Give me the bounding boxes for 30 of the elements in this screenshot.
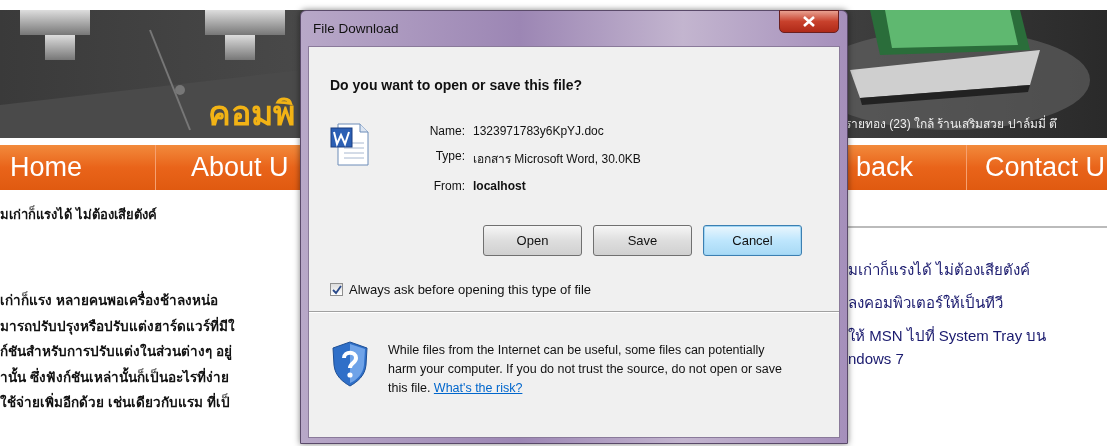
dialog-button[interactable]: Cancel	[703, 225, 802, 256]
shield-icon	[332, 341, 368, 387]
field-value: 1323971783y6KpYJ.doc	[473, 124, 605, 138]
close-button[interactable]	[779, 10, 839, 33]
dialog-button[interactable]: Open	[483, 225, 582, 256]
checkbox[interactable]	[330, 283, 343, 296]
article-text: านั้น ซึ่งฟังก์ชันเหล่านั้นก็เป็นอะไรที่ง่าย	[0, 366, 230, 387]
dialog-button[interactable]: Save	[593, 225, 692, 256]
address-text: รายทอง (23) ใกล้ ร้านเสริมสวย ปาล์มมี่ ตึ	[845, 114, 1057, 133]
article-text: ใช้จ่ายเพิ่มอีกด้วย เช่นเดียวกับแรม ที่เป็	[0, 392, 231, 412]
document-icon	[330, 121, 370, 167]
article-title: มเก่าก็แรงได้ ไม่ต้องเสียตังค์	[0, 204, 158, 224]
risk-link[interactable]: What's the risk?	[433, 381, 523, 395]
article-text: เก่าก็แรง หลายคนพอเครื่องช้าลงหน่อ	[0, 290, 219, 310]
dialog-question: Do you want to open or save this file?	[330, 77, 584, 93]
field-label: From:	[432, 179, 465, 193]
field-label: Type:	[434, 149, 465, 165]
article-link[interactable]: ให้ MSN ไปที่ System Tray บน ndows 7	[848, 324, 1107, 370]
field-label: Name:	[428, 124, 465, 138]
article-text: มารถปรับปรุงหรือปรับแต่งฮาร์ดแวร์ที่มีใ	[0, 316, 236, 337]
field-value: localhost	[473, 179, 527, 193]
article-link[interactable]: ลงคอมพิวเตอร์ให้เป็นทีวี	[848, 291, 1107, 314]
warning-text: While files from the Internet can be useful, some files can potentially harm your computer. If you do not trust the source, do not open or save this file. What's the risk?	[388, 342, 783, 397]
window-title: File Download	[313, 21, 399, 36]
site-logo: คอมพิ	[208, 96, 295, 130]
article-text: ก์ชันสำหรับการปรับแต่งในส่วนต่างๆ อยู่	[0, 342, 233, 362]
close-icon	[803, 16, 815, 27]
checkbox-label: Always ask before opening this type of file	[349, 282, 592, 297]
field-value: เอกสาร Microsoft Word, 30.0KB	[473, 151, 641, 168]
article-link[interactable]: มเก่าก็แรงได้ ไม่ต้องเสียตังค์	[848, 258, 1107, 281]
